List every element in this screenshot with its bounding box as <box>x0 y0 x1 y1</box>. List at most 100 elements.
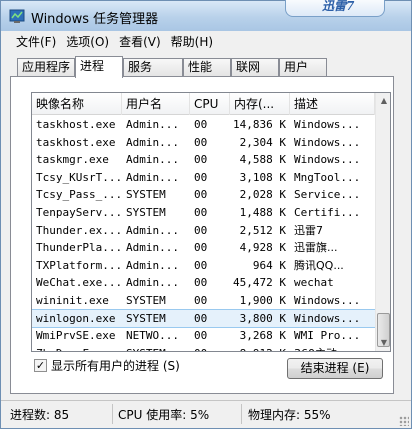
tab-applications[interactable]: 应用程序 <box>17 58 75 77</box>
process-row[interactable]: WmiPrvSE.exe NETWO... 00 3,268 K WMI Pro... <box>32 327 375 345</box>
process-cell-cpu: 00 <box>194 258 208 272</box>
tab-performance[interactable]: 性能 <box>183 58 231 77</box>
process-row[interactable]: taskmgr.exe Admin... 00 4,588 K Windows... <box>32 151 375 169</box>
process-cell-mem: 2,512 K <box>239 223 286 237</box>
process-row[interactable]: wininit.exe SYSTEM 00 1,900 K Windows... <box>32 292 375 310</box>
process-row[interactable]: Tcsy_Pass_... SYSTEM 00 2,028 K Service... <box>32 186 375 204</box>
window-title: Windows 任务管理器 <box>31 12 159 27</box>
process-cell-cpu: 00 <box>194 153 208 167</box>
vertical-scrollbar[interactable]: ▲ ▼ <box>375 93 390 351</box>
process-cell-desc: 迅雷7 <box>294 223 323 237</box>
process-cell-name: ZhuDongFan... <box>32 345 122 351</box>
process-cell-mem: 14,836 K <box>233 118 286 131</box>
column-cpu[interactable]: CPU <box>190 93 230 115</box>
process-row[interactable]: WeChat.exe... Admin... 00 45,472 K wechat <box>32 274 375 292</box>
process-cell-mem: 3,800 K <box>239 311 286 325</box>
end-process-button[interactable]: 结束进程 (E) <box>287 358 383 379</box>
tab-services[interactable]: 服务 <box>123 58 183 77</box>
process-cell-cpu: 00 <box>190 345 230 351</box>
process-cell-mem: 2,028 K <box>239 188 286 202</box>
tab-processes[interactable]: 进程 <box>75 56 123 78</box>
menu-view[interactable]: 查看(V) <box>114 31 166 51</box>
process-cell-desc: WMI Pro... <box>294 329 361 343</box>
process-cell-mem: 2,304 K <box>239 135 286 149</box>
process-cell-cpu: 00 <box>194 223 208 237</box>
process-cell-name: winlogon.exe <box>36 311 116 325</box>
column-description[interactable]: 描述 <box>290 93 375 115</box>
show-all-users-checkbox[interactable]: ✓ <box>34 359 47 372</box>
process-cell-mem: 1,488 K <box>239 205 286 219</box>
process-list[interactable]: 映像名称 用户名 CPU 内存(... 描述 taskhost.exe Admin… <box>31 92 391 352</box>
process-cell-user: Admin... <box>126 276 179 290</box>
process-cell-user: SYSTEM <box>126 188 166 202</box>
tab-networking[interactable]: 联网 <box>231 58 279 77</box>
process-row[interactable]: Tcsy_KUsrT... Admin... 00 3,108 K MngTool... <box>32 169 375 187</box>
column-image-name[interactable]: 映像名称 <box>32 93 122 115</box>
process-row[interactable]: TenpayServ... SYSTEM 00 1,488 K Certifi... <box>32 204 375 222</box>
process-cell-name: TenpayServ... <box>36 205 122 219</box>
process-list-header: 映像名称 用户名 CPU 内存(... 描述 <box>32 93 375 115</box>
column-user-name[interactable]: 用户名 <box>122 93 190 115</box>
process-row[interactable]: winlogon.exe SYSTEM 00 3,800 K Windows... <box>32 308 376 329</box>
title-bar[interactable]: Windows 任务管理器 迅雷7 <box>1 0 411 31</box>
process-cell-user: SYSTEM <box>126 311 166 325</box>
menu-help[interactable]: 帮助(H) <box>166 31 218 51</box>
process-cell-cpu: 00 <box>194 329 208 343</box>
process-row[interactable]: taskhost.exe Admin... 00 14,836 K Windows... <box>32 116 375 134</box>
tab-users[interactable]: 用户 <box>279 58 327 77</box>
process-cell-user: Admin... <box>126 118 179 131</box>
process-cell-name: Tcsy_KUsrT... <box>36 170 122 184</box>
process-cell-desc: 迅雷旗... <box>294 241 338 255</box>
promo-badge[interactable]: 迅雷7 <box>285 0 385 17</box>
process-cell-name: ThunderPla... <box>36 241 122 255</box>
process-cell-cpu: 00 <box>194 276 208 290</box>
task-manager-icon <box>9 9 25 23</box>
menu-options[interactable]: 选项(O) <box>61 31 114 51</box>
resize-grip-icon[interactable] <box>399 416 409 426</box>
show-all-users-option[interactable]: ✓ 显示所有用户的进程 (S) <box>34 357 180 374</box>
status-physical-memory: 物理内存: 55% <box>248 408 331 422</box>
process-cell-name: taskhost.exe <box>36 118 116 131</box>
process-cell-desc: Windows... <box>294 135 361 149</box>
process-cell-mem: 8,912 K <box>230 345 290 351</box>
process-cell-user: NETWO... <box>126 329 179 343</box>
process-row[interactable]: ZhuDongFan...SYSTEM008,912 K360主动... <box>32 345 375 351</box>
column-memory[interactable]: 内存(... <box>230 93 290 115</box>
status-process-count: 进程数: 85 <box>10 408 70 422</box>
process-row[interactable]: ThunderPla... Admin... 00 4,928 K 迅雷旗... <box>32 239 375 257</box>
status-cpu-usage: CPU 使用率: 5% <box>118 408 210 422</box>
process-rows: taskhost.exe Admin... 00 14,836 K Windows...… <box>32 116 376 351</box>
status-separator <box>112 404 113 424</box>
process-cell-cpu: 00 <box>194 205 208 219</box>
process-row[interactable]: taskhost.exe Admin... 00 2,304 K Windows... <box>32 134 375 152</box>
process-cell-mem: 3,268 K <box>239 329 286 343</box>
process-cell-desc: 360主动... <box>290 345 375 351</box>
process-cell-user: SYSTEM <box>126 293 166 307</box>
process-cell-name: wininit.exe <box>36 293 109 307</box>
process-cell-user: Admin... <box>126 241 179 255</box>
process-row[interactable]: Thunder.ex... Admin... 00 2,512 K 迅雷7 <box>32 222 375 240</box>
process-cell-mem: 1,900 K <box>239 293 286 307</box>
scroll-down-arrow-icon[interactable]: ▼ <box>376 335 390 351</box>
menu-file[interactable]: 文件(F) <box>11 31 61 51</box>
process-cell-user: SYSTEM <box>122 345 190 351</box>
process-cell-cpu: 00 <box>194 311 208 325</box>
process-cell-name: TXPlatform... <box>36 258 122 272</box>
process-cell-desc: wechat <box>294 276 334 290</box>
process-cell-desc: MngTool... <box>294 170 361 184</box>
process-cell-user: SYSTEM <box>126 205 166 219</box>
process-cell-desc: 腾讯QQ... <box>294 258 344 272</box>
process-row[interactable]: TXPlatform... Admin... 00 964 K 腾讯QQ... <box>32 257 375 275</box>
scroll-up-arrow-icon[interactable]: ▲ <box>376 93 390 109</box>
process-cell-user: Admin... <box>126 170 179 184</box>
status-separator <box>241 404 242 424</box>
process-cell-user: Admin... <box>126 153 179 167</box>
process-cell-cpu: 00 <box>194 135 208 149</box>
process-cell-mem: 45,472 K <box>233 276 286 290</box>
process-cell-mem: 4,588 K <box>239 153 286 167</box>
process-cell-user: Admin... <box>126 135 179 149</box>
process-cell-user: Admin... <box>126 258 179 272</box>
show-all-users-label: 显示所有用户的进程 (S) <box>51 359 180 373</box>
process-cell-cpu: 00 <box>194 118 208 131</box>
process-cell-cpu: 00 <box>194 188 208 202</box>
